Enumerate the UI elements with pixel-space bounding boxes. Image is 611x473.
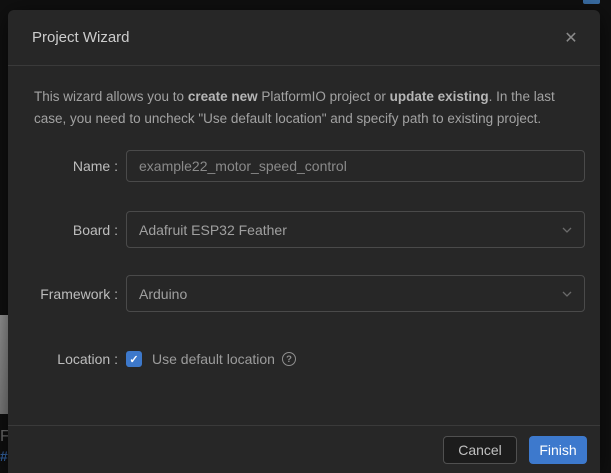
use-default-location-checkbox[interactable]: ✓: [126, 351, 142, 367]
framework-select[interactable]: Arduino: [126, 275, 585, 312]
background-code-fragment: F: [0, 428, 8, 446]
description-text: This wizard allows you to: [34, 89, 188, 104]
board-select[interactable]: Adafruit ESP32 Feather: [126, 211, 585, 248]
background-button-fragment: [583, 0, 600, 4]
board-select-value: Adafruit ESP32 Feather: [139, 222, 287, 238]
project-name-input[interactable]: [126, 150, 585, 182]
description-bold-update-existing: update existing: [390, 89, 489, 104]
project-wizard-dialog: Project Wizard ✕ This wizard allows you …: [8, 10, 600, 473]
use-default-location-label[interactable]: Use default location: [152, 351, 275, 367]
description-bold-create-new: create new: [188, 89, 258, 104]
name-label: Name :: [34, 158, 118, 174]
board-label: Board :: [34, 222, 118, 238]
screen: F # Project Wizard ✕ This wizard allows …: [0, 0, 611, 473]
help-icon[interactable]: ?: [282, 352, 296, 366]
location-label: Location :: [34, 351, 118, 367]
dialog-footer: Cancel Finish: [8, 425, 600, 473]
finish-button[interactable]: Finish: [529, 436, 587, 464]
framework-label: Framework :: [34, 286, 118, 302]
cancel-button[interactable]: Cancel: [443, 436, 517, 464]
dialog-description: This wizard allows you to create new Pla…: [34, 86, 572, 130]
framework-row: Framework : Arduino: [34, 275, 585, 312]
chevron-down-icon: [561, 288, 573, 300]
close-icon[interactable]: ✕: [560, 27, 582, 49]
background-code-fragment: #: [0, 448, 8, 464]
background-scrollbar-thumb: [0, 315, 8, 414]
chevron-down-icon: [561, 224, 573, 236]
description-text: PlatformIO project or: [258, 89, 390, 104]
dialog-title: Project Wizard: [32, 29, 560, 46]
board-row: Board : Adafruit ESP32 Feather: [34, 211, 585, 248]
location-row: Location : ✓ Use default location ?: [34, 350, 585, 368]
dialog-header: Project Wizard ✕: [8, 10, 600, 66]
name-row: Name :: [34, 150, 585, 182]
framework-select-value: Arduino: [139, 286, 187, 302]
